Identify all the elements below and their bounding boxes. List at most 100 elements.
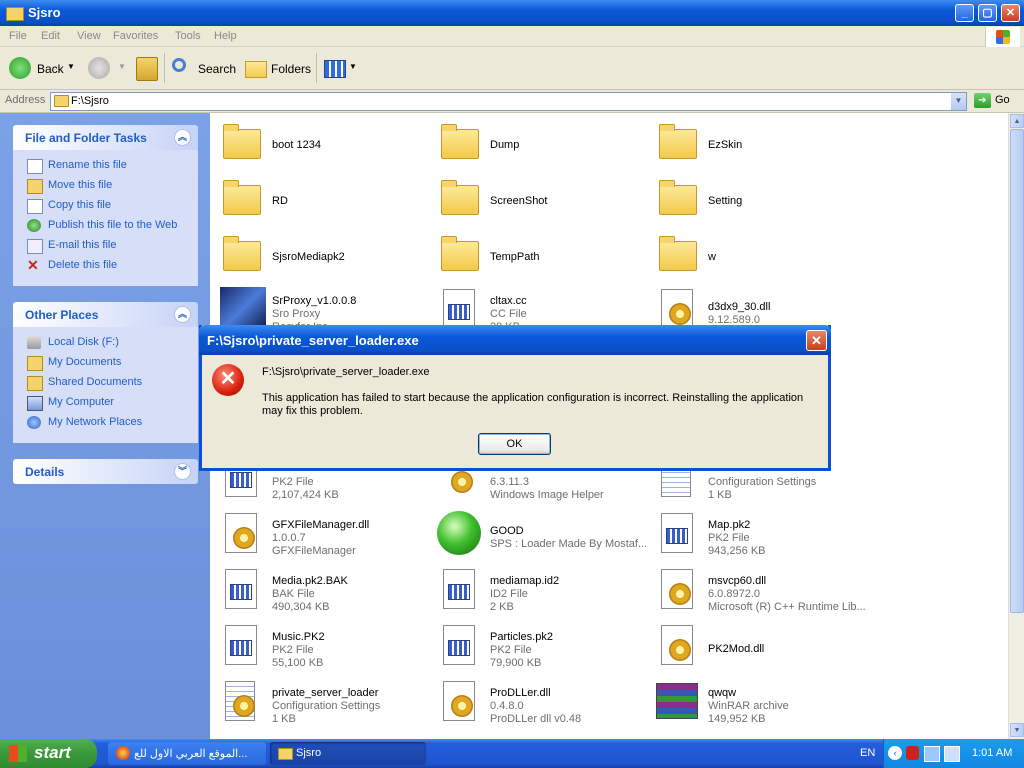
up-folder-icon[interactable] — [136, 57, 158, 81]
file-detail: Sro Proxy — [272, 308, 321, 320]
close-button[interactable]: ✕ — [1001, 4, 1020, 22]
error-dialog: F:\Sjsro\private_server_loader.exe ✕ ✕ F… — [199, 325, 831, 471]
search-icon[interactable] — [172, 58, 186, 72]
file-item[interactable]: GFXFileManager.dll 1.0.0.7 GFXFileManager — [215, 509, 425, 561]
collapse-icon[interactable]: ︽ — [174, 306, 191, 323]
file-item[interactable]: RD — [215, 173, 425, 225]
file-item[interactable]: SjsroMediapk2 — [215, 229, 425, 281]
views-dropdown-icon[interactable]: ▼ — [349, 62, 357, 71]
taskbar-item-label: Sjsro — [296, 747, 322, 759]
place-network[interactable]: My Network Places — [13, 413, 198, 433]
expand-icon[interactable]: ︾ — [174, 463, 191, 480]
file-item[interactable]: Particles.pk2 PK2 File 79,900 KB — [433, 621, 643, 673]
task-move[interactable]: Move this file — [13, 176, 198, 196]
file-item[interactable]: Music.PK2 PK2 File 55,100 KB — [215, 621, 425, 673]
place-my-computer[interactable]: My Computer — [13, 393, 198, 413]
menu-file[interactable]: File — [9, 30, 27, 42]
folder-icon — [54, 95, 69, 107]
forward-arrow-icon[interactable] — [88, 57, 110, 79]
file-item[interactable]: private_server_loader Configuration Setti… — [215, 677, 425, 729]
file-item[interactable]: TempPath — [433, 229, 643, 281]
file-item[interactable]: boot 1234 — [215, 117, 425, 169]
file-name: TempPath — [490, 251, 540, 263]
vertical-scrollbar[interactable]: ▲ ▼ — [1008, 113, 1024, 739]
file-item[interactable]: ProDLLer.dll 0.4.8.0 ProDLLer dll v0.48 — [433, 677, 643, 729]
file-detail: CC File — [490, 308, 527, 320]
maximize-button[interactable]: ▢ — [978, 4, 997, 22]
file-detail: 1 KB — [708, 489, 732, 501]
back-dropdown-icon[interactable]: ▼ — [67, 62, 75, 71]
monitor-icon[interactable] — [944, 746, 960, 762]
file-item[interactable]: Map.pk2 PK2 File 943,256 KB — [651, 509, 861, 561]
views-icon[interactable] — [324, 60, 346, 78]
collapse-icon[interactable]: ︽ — [174, 129, 191, 146]
scroll-up-icon[interactable]: ▲ — [1010, 114, 1024, 128]
menu-tools[interactable]: Tools — [175, 30, 201, 42]
menu-view[interactable]: View — [77, 30, 101, 42]
menu-help[interactable]: Help — [214, 30, 237, 42]
dialog-close-button[interactable]: ✕ — [806, 330, 827, 351]
file-name: d3dx9_30.dll — [708, 301, 771, 313]
search-button-label[interactable]: Search — [198, 62, 236, 76]
minimize-button[interactable]: _ — [955, 4, 974, 22]
language-indicator[interactable]: EN — [860, 747, 875, 759]
title-bar: Sjsro _ ▢ ✕ — [0, 0, 1024, 26]
task-publish[interactable]: Publish this file to the Web — [13, 216, 198, 236]
file-item[interactable]: PK2Mod.dll — [651, 621, 861, 673]
clock[interactable]: 1:01 AM — [972, 747, 1012, 759]
file-item[interactable]: mediamap.id2 ID2 File 2 KB — [433, 565, 643, 617]
file-item[interactable]: msvcp60.dll 6.0.8972.0 Microsoft (R) C++ R… — [651, 565, 866, 617]
dialog-message: This application has failed to start bec… — [262, 392, 804, 417]
panel-header[interactable]: Details ︾ — [13, 459, 198, 484]
file-item[interactable]: w — [651, 229, 861, 281]
file-name: Music.PK2 — [272, 631, 325, 643]
back-button-label[interactable]: Back — [37, 62, 64, 76]
file-item[interactable]: Setting — [651, 173, 861, 225]
task-copy[interactable]: Copy this file — [13, 196, 198, 216]
place-my-documents[interactable]: My Documents — [13, 353, 198, 373]
dialog-title: F:\Sjsro\private_server_loader.exe — [207, 333, 419, 348]
file-detail: ProDLLer dll v0.48 — [490, 713, 582, 725]
tray-expand-icon[interactable]: ‹ — [888, 746, 902, 760]
back-arrow-icon[interactable] — [9, 57, 31, 79]
place-shared-documents[interactable]: Shared Documents — [13, 373, 198, 393]
file-detail: 1.0.0.7 — [272, 532, 306, 544]
file-item[interactable]: GOOD SPS : Loader Made By Mostaf... — [433, 509, 647, 561]
file-item[interactable]: Dump — [433, 117, 643, 169]
menu-edit[interactable]: Edit — [41, 30, 60, 42]
scroll-down-icon[interactable]: ▼ — [1010, 723, 1024, 737]
file-item[interactable]: qwqw WinRAR archive 149,952 KB — [651, 677, 861, 729]
dialog-path: F:\Sjsro\private_server_loader.exe — [262, 366, 430, 378]
place-local-disk[interactable]: Local Disk (F:) — [13, 333, 198, 353]
windows-logo-icon — [985, 27, 1020, 47]
task-rename[interactable]: Rename this file — [13, 156, 198, 176]
go-button-label[interactable]: Go — [995, 94, 1010, 106]
go-arrow-icon[interactable]: ➔ — [974, 93, 991, 108]
menu-favorites[interactable]: Favorites — [113, 30, 158, 42]
panel-header[interactable]: Other Places ︽ — [13, 302, 198, 327]
file-detail: GFXFileManager — [272, 545, 356, 557]
taskbar-item-sjsro[interactable]: Sjsro — [270, 742, 426, 765]
scroll-thumb[interactable] — [1010, 129, 1024, 613]
task-email[interactable]: E-mail this file — [13, 236, 198, 256]
security-shield-icon[interactable] — [906, 746, 919, 760]
file-detail: 2,107,424 KB — [272, 489, 339, 501]
task-delete[interactable]: ✕ Delete this file — [13, 256, 198, 276]
details-panel: Details ︾ — [13, 459, 198, 484]
taskbar-item-browser[interactable]: الموقع العربي الاول للع... — [108, 742, 266, 765]
network-icon[interactable] — [924, 746, 940, 762]
file-item[interactable]: Media.pk2.BAK BAK File 490,304 KB — [215, 565, 425, 617]
ok-button[interactable]: OK — [478, 433, 551, 455]
address-input[interactable]: F:\Sjsro ▼ — [50, 92, 967, 111]
file-item[interactable]: ScreenShot — [433, 173, 643, 225]
file-name: Media.pk2.BAK — [272, 575, 348, 587]
folders-button-label[interactable]: Folders — [271, 62, 311, 76]
file-item[interactable]: EzSkin — [651, 117, 861, 169]
start-button[interactable]: start — [0, 739, 97, 768]
file-name: GOOD — [490, 525, 524, 537]
address-dropdown-icon[interactable]: ▼ — [951, 93, 966, 110]
forward-dropdown-icon[interactable]: ▼ — [118, 62, 126, 71]
folders-icon[interactable] — [245, 61, 267, 78]
panel-header[interactable]: File and Folder Tasks ︽ — [13, 125, 198, 150]
file-detail: Microsoft (R) C++ Runtime Lib... — [708, 601, 866, 613]
